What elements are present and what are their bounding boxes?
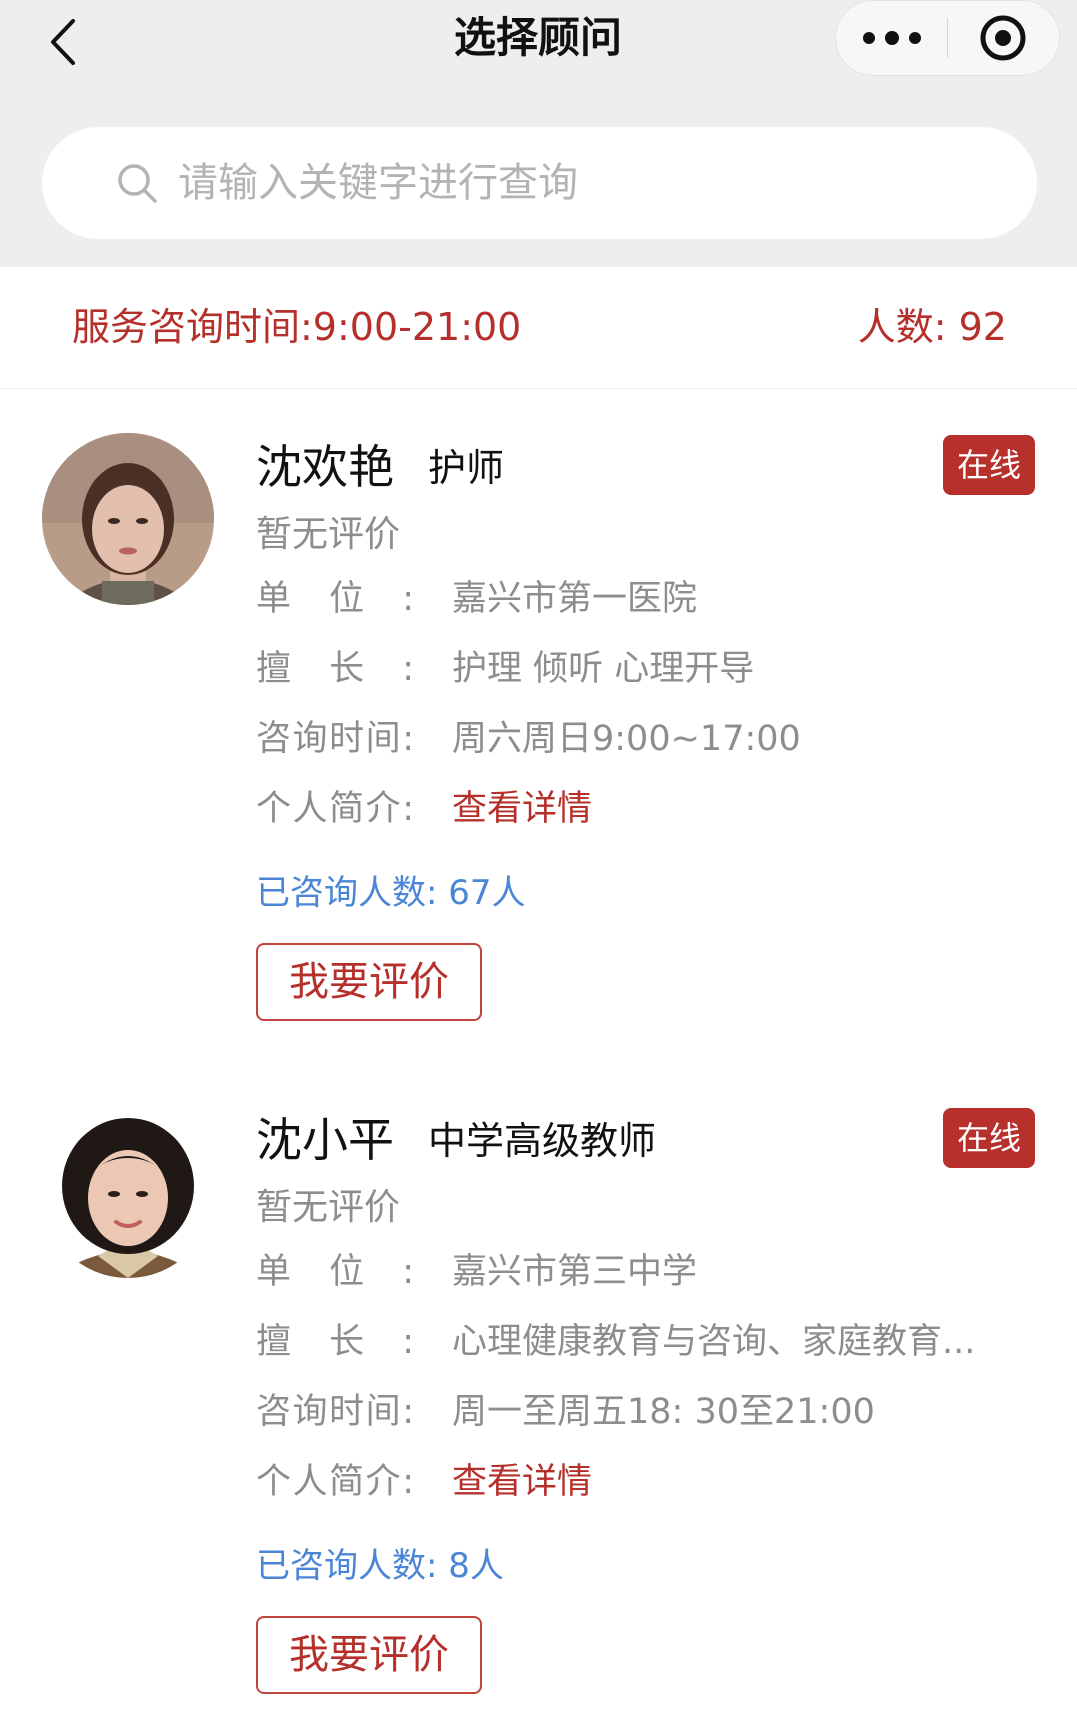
chevron-left-icon <box>51 19 75 65</box>
intro-label: 个人简介: <box>256 789 414 829</box>
specialty-value: 护理 倾听 心理开导 <box>452 649 755 689</box>
advisor-card[interactable]: 沈欢艳 护师 在线 暂无评价 单位: 嘉兴市第一医院 擅长: 护理 倾听 心理开导 … <box>0 389 1077 1029</box>
unit-row: 单位: 嘉兴市第三中学 <box>256 1244 697 1300</box>
search-box[interactable] <box>42 127 1037 239</box>
specialty-label: 擅长: <box>256 649 414 689</box>
consult-time-row: 咨询时间: 周一至周五18: 30至21:00 <box>256 1384 875 1440</box>
close-mini-program-button[interactable] <box>948 0 1059 76</box>
avatar <box>42 433 214 605</box>
unit-value: 嘉兴市第三中学 <box>452 1252 698 1292</box>
unit-label: 单位: <box>256 579 414 619</box>
unit-label: 单位: <box>256 1252 414 1292</box>
more-button[interactable] <box>836 0 947 76</box>
name-row: 沈小平 中学高级教师 <box>256 1102 656 1172</box>
info-bar: 服务咨询时间:9:00-21:00 人数: 92 <box>0 267 1077 389</box>
online-status-badge: 在线 <box>943 1108 1035 1168</box>
advisor-name: 沈小平 <box>256 1113 394 1167</box>
advisor-title: 护师 <box>428 445 505 490</box>
back-button[interactable] <box>32 10 92 74</box>
advisor-count: 人数: 92 <box>857 305 1007 349</box>
specialty-value: 心理健康教育与咨询、家庭教育... <box>452 1322 976 1362</box>
consult-time-label: 咨询时间: <box>256 1392 414 1432</box>
specialty-label: 擅长: <box>256 1322 414 1362</box>
advisor-title: 中学高级教师 <box>428 1118 657 1163</box>
avatar <box>42 1106 214 1278</box>
review-button[interactable]: 我要评价 <box>256 1616 482 1694</box>
more-dots-icon <box>858 31 926 45</box>
unit-value: 嘉兴市第一医院 <box>452 579 698 619</box>
advisor-name: 沈欢艳 <box>256 440 394 494</box>
consult-time-label: 咨询时间: <box>256 719 414 759</box>
advisor-card[interactable]: 沈小平 中学高级教师 在线 暂无评价 单位: 嘉兴市第三中学 擅长: 心理健康教育与… <box>0 1062 1077 1702</box>
consulted-count: 已咨询人数: 8人 <box>256 1546 504 1586</box>
search-icon <box>118 164 157 203</box>
unit-row: 单位: 嘉兴市第一医院 <box>256 571 697 627</box>
name-row: 沈欢艳 护师 <box>256 429 504 499</box>
mini-program-capsule <box>835 0 1060 76</box>
consulted-count: 已咨询人数: 67人 <box>256 873 526 913</box>
service-time-text: 服务咨询时间:9:00-21:00 <box>72 305 522 349</box>
rating-text: 暂无评价 <box>256 1187 401 1228</box>
consult-time-value: 周一至周五18: 30至21:00 <box>452 1392 875 1432</box>
rating-text: 暂无评价 <box>256 514 401 555</box>
intro-label: 个人简介: <box>256 1462 414 1502</box>
page-title: 选择顾问 <box>453 13 622 62</box>
specialty-row: 擅长: 护理 倾听 心理开导 <box>256 641 754 697</box>
intro-row: 个人简介: 查看详情 <box>256 781 592 837</box>
online-status-badge: 在线 <box>943 435 1035 495</box>
target-circle-icon <box>980 15 1026 61</box>
view-details-link[interactable]: 查看详情 <box>452 1454 592 1510</box>
consult-time-value: 周六周日9:00~17:00 <box>452 719 801 759</box>
top-area: 选择顾问 <box>0 0 1077 267</box>
search-input[interactable] <box>176 159 956 207</box>
view-details-link[interactable]: 查看详情 <box>452 781 592 837</box>
specialty-row: 擅长: 心理健康教育与咨询、家庭教育... <box>256 1314 975 1370</box>
intro-row: 个人简介: 查看详情 <box>256 1454 592 1510</box>
consult-time-row: 咨询时间: 周六周日9:00~17:00 <box>256 711 801 767</box>
review-button[interactable]: 我要评价 <box>256 943 482 1021</box>
